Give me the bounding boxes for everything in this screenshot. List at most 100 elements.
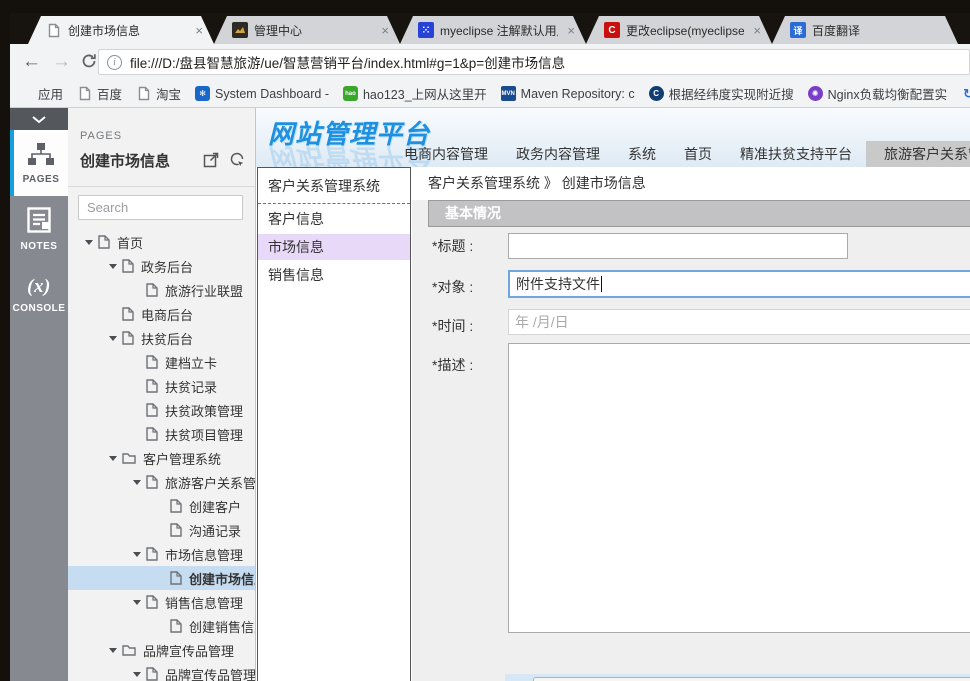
tree-item[interactable]: 市场信息管理 xyxy=(68,542,255,566)
page-info-icon[interactable]: i xyxy=(107,55,122,70)
page-icon xyxy=(122,259,134,273)
tree-item[interactable]: 创建销售信息 xyxy=(68,614,255,638)
time-input[interactable] xyxy=(508,309,970,335)
rail-item-console[interactable]: (x) CONSOLE xyxy=(10,262,68,328)
collapse-panel-button[interactable] xyxy=(10,108,68,130)
title-input[interactable] xyxy=(508,233,848,259)
breadcrumb: 客户关系管理系统 》 创建市场信息 xyxy=(412,167,970,200)
tree-item[interactable]: 建档立卡 xyxy=(68,350,255,374)
description-textarea[interactable] xyxy=(508,343,970,633)
bookmark-item[interactable]: ↻最 xyxy=(961,84,970,103)
paw-icon: ⁙ xyxy=(418,22,434,38)
tree-item[interactable]: 客户管理系统 xyxy=(68,446,255,470)
bookmark-item[interactable]: 百度 xyxy=(77,84,122,103)
page-icon xyxy=(146,403,158,417)
tree-item[interactable]: 销售信息管理 xyxy=(68,590,255,614)
tree-item[interactable]: 政务后台 xyxy=(68,254,255,278)
pages-panel: PAGES 创建市场信息 首页政务后台旅游行业联盟电商后台扶贫后台建档立卡扶贫记… xyxy=(68,108,256,681)
back-button[interactable]: ← xyxy=(22,50,41,74)
tree-item-label: 沟通记录 xyxy=(189,521,241,540)
tree-item-label: 政务后台 xyxy=(141,257,193,276)
bookmark-label: Nginx负载均衡配置实 xyxy=(828,84,947,103)
site-nav-item[interactable]: 旅游客户关系管理 xyxy=(866,141,970,167)
browser-tab[interactable]: ⁙myeclipse 注解默认用户× xyxy=(400,16,586,44)
address-bar[interactable]: i file:///D:/盘县智慧旅游/ue/智慧营销平台/index.html… xyxy=(98,49,970,75)
divider xyxy=(68,186,255,187)
translate-icon: 译 xyxy=(790,22,806,38)
tree-item[interactable]: 扶贫后台 xyxy=(68,326,255,350)
tree-item[interactable]: 沟通记录 xyxy=(68,518,255,542)
current-page-title: 创建市场信息 xyxy=(80,150,170,171)
object-input[interactable]: 附件支持文件 xyxy=(508,270,970,298)
tree-item-label: 创建销售信息 xyxy=(189,617,255,636)
side-menu-item[interactable]: 市场信息 xyxy=(258,234,410,260)
page-icon xyxy=(146,379,158,393)
tab-close-icon[interactable]: × xyxy=(192,23,206,38)
folder-icon xyxy=(122,644,136,656)
tab-close-icon[interactable]: × xyxy=(378,23,392,38)
rail-item-pages[interactable]: PAGES xyxy=(10,130,68,196)
browser-tab[interactable]: 创建市场信息× xyxy=(28,16,214,44)
tree-item[interactable]: 首页 xyxy=(68,230,255,254)
bookmark-item[interactable]: 淘宝 xyxy=(136,84,181,103)
bookmark-label: 应用 xyxy=(38,84,63,103)
tree-item[interactable]: 创建客户 xyxy=(68,494,255,518)
bookmark-item[interactable]: haohao123_上网从这里开 xyxy=(343,84,487,103)
tree-item[interactable]: 扶贫政策管理 xyxy=(68,398,255,422)
expand-triangle-icon[interactable] xyxy=(133,480,141,489)
page-icon xyxy=(146,667,158,681)
page-icon xyxy=(170,523,182,537)
site-nav-item[interactable]: 政务内容管理 xyxy=(502,141,614,167)
expand-triangle-icon[interactable] xyxy=(133,672,141,681)
site-nav-item[interactable]: 首页 xyxy=(670,141,726,167)
tree-item-selected[interactable]: 创建市场信息 xyxy=(68,566,255,590)
notes-icon xyxy=(27,207,51,236)
expand-triangle-icon[interactable] xyxy=(85,240,93,249)
tab-close-icon[interactable]: × xyxy=(564,23,578,38)
browser-tab[interactable]: 译百度翻译 xyxy=(772,16,958,44)
bookmark-label: Maven Repository: c xyxy=(521,87,635,101)
side-menu-item[interactable]: 客户信息 xyxy=(258,206,410,232)
url-text: file:///D:/盘县智慧旅游/ue/智慧营销平台/index.html#g… xyxy=(130,52,565,72)
tree-item-label: 电商后台 xyxy=(141,305,193,324)
open-in-new-window-icon[interactable] xyxy=(203,152,219,173)
bookmark-item[interactable]: ✺Nginx负载均衡配置实 xyxy=(808,84,947,103)
tree-item[interactable]: 电商后台 xyxy=(68,302,255,326)
side-menu-title: 客户关系管理系统 xyxy=(258,168,410,204)
tree-item[interactable]: 旅游客户关系管理 xyxy=(68,470,255,494)
expand-triangle-icon[interactable] xyxy=(109,648,117,657)
expand-triangle-icon[interactable] xyxy=(109,336,117,345)
tree-item[interactable]: 扶贫记录 xyxy=(68,374,255,398)
search-input[interactable] xyxy=(78,195,243,220)
bookmark-item[interactable]: ✻ System Dashboard - xyxy=(195,86,329,101)
dashboard-icon: ✻ xyxy=(195,86,210,101)
side-menu-item[interactable]: 销售信息 xyxy=(258,262,410,288)
site-nav-item[interactable]: 电商内容管理 xyxy=(390,141,502,167)
refresh-button[interactable] xyxy=(80,52,98,77)
tab-close-icon[interactable]: × xyxy=(750,23,764,38)
bookmark-item[interactable]: MVNMaven Repository: c xyxy=(501,86,635,101)
rail-item-notes[interactable]: NOTES xyxy=(10,196,68,262)
tree-item[interactable]: 扶贫项目管理 xyxy=(68,422,255,446)
expand-triangle-icon[interactable] xyxy=(109,456,117,465)
browser-window: 创建市场信息×管理中心×⁙myeclipse 注解默认用户×C更改eclipse… xyxy=(10,13,970,681)
csdn-icon: C xyxy=(604,22,620,38)
expand-triangle-icon[interactable] xyxy=(133,600,141,609)
bookmark-item[interactable]: C根据经纬度实现附近搜 xyxy=(649,84,794,103)
tree-item[interactable]: 旅游行业联盟 xyxy=(68,278,255,302)
bookmark-item[interactable]: 应用 xyxy=(18,84,63,103)
expand-triangle-icon[interactable] xyxy=(109,264,117,273)
expand-triangle-icon[interactable] xyxy=(133,552,141,561)
tree-item[interactable]: 品牌宣传品管理 xyxy=(68,662,255,681)
tree-item-label: 建档立卡 xyxy=(165,353,217,372)
bookmark-label: System Dashboard - xyxy=(215,87,329,101)
geo-icon: C xyxy=(649,86,664,101)
tree-item[interactable]: 品牌宣传品管理 xyxy=(68,638,255,662)
highlight-interactions-icon[interactable] xyxy=(229,152,245,173)
browser-tab[interactable]: 管理中心× xyxy=(214,16,400,44)
forward-button[interactable]: → xyxy=(52,50,71,74)
site-nav-item[interactable]: 精准扶贫支持平台 xyxy=(726,141,866,167)
site-nav-item[interactable]: 系统 xyxy=(614,141,670,167)
browser-tab[interactable]: C更改eclipse(myeclipse)× xyxy=(586,16,772,44)
tree-item-label: 扶贫项目管理 xyxy=(165,425,243,444)
